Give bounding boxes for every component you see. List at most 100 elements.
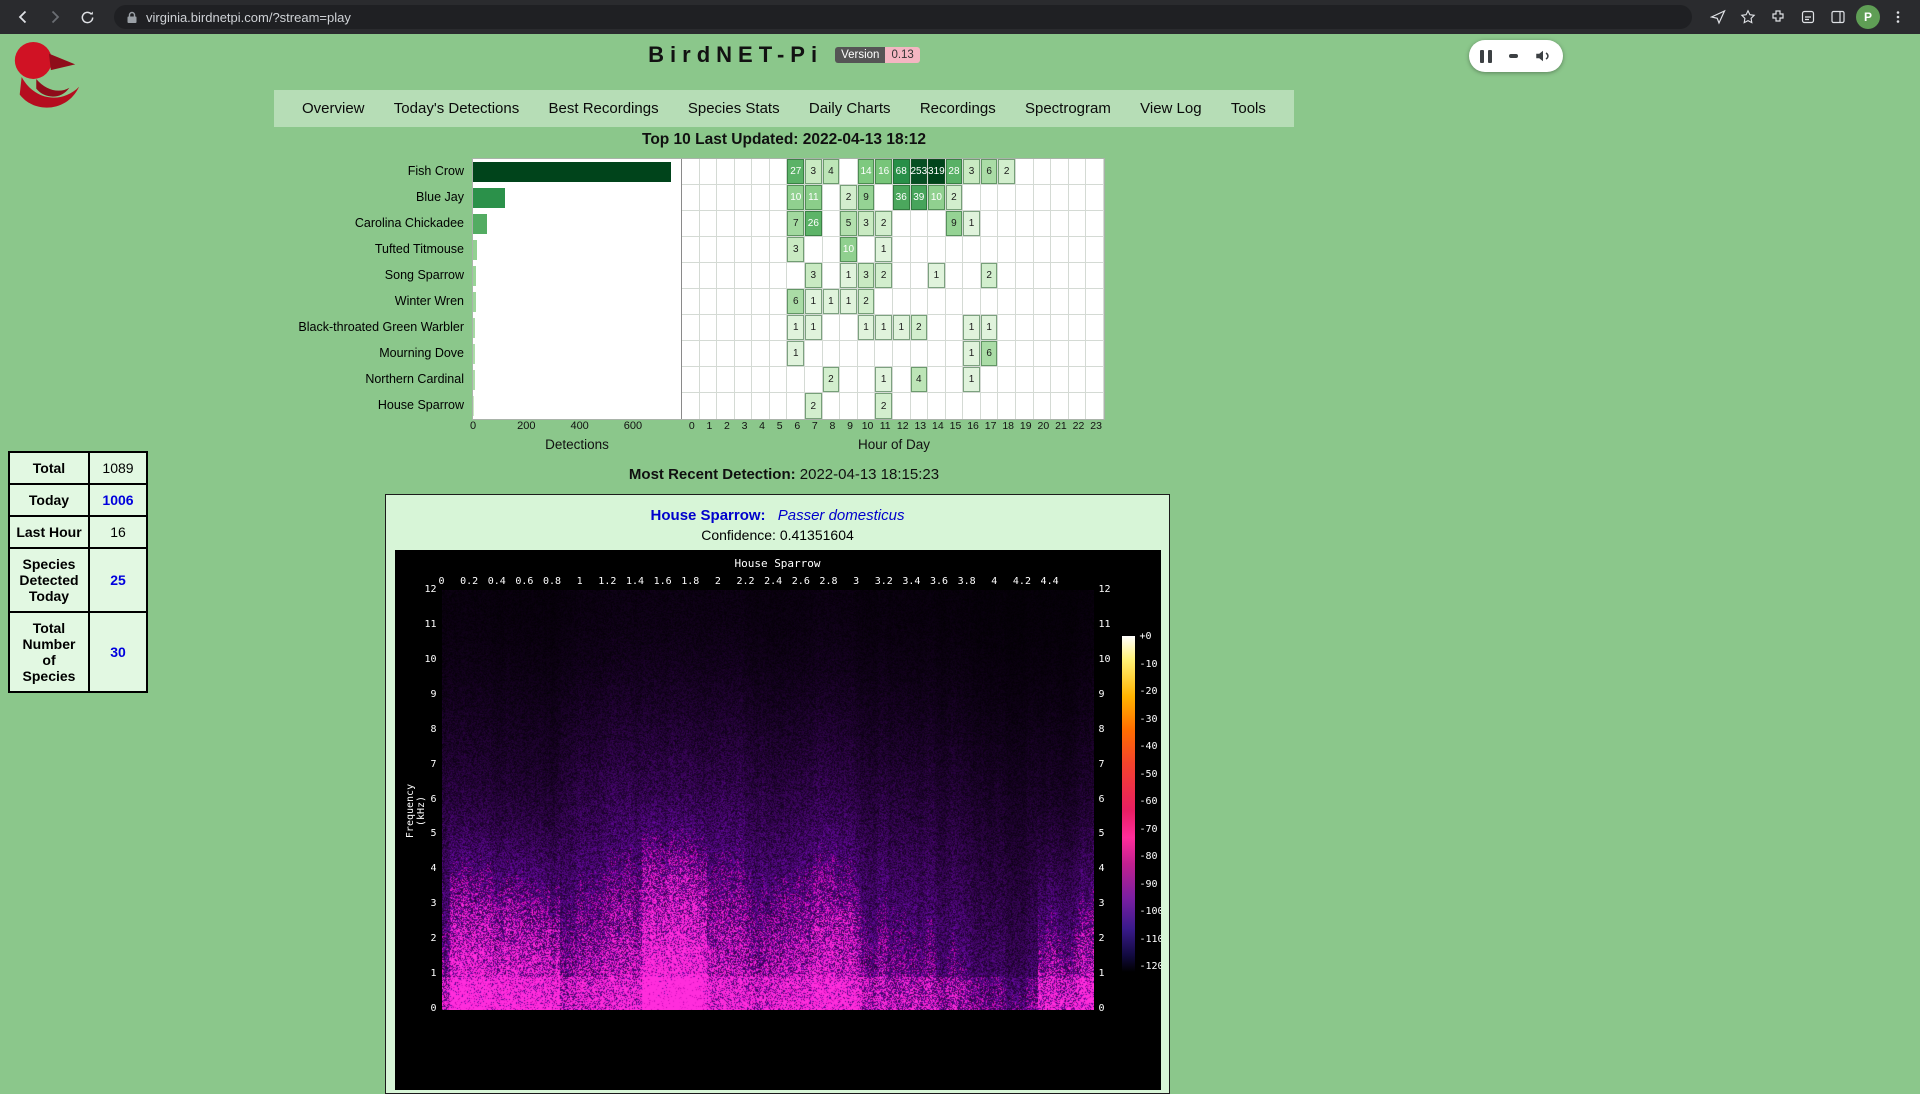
species-common-link[interactable]: House Sparrow:	[651, 507, 766, 524]
heatmap-cell	[787, 393, 805, 419]
heatmap-cell	[981, 185, 999, 211]
heatmap-cell	[752, 341, 770, 367]
side-panel-button[interactable]	[1826, 5, 1850, 29]
stats-row: Total1089	[9, 452, 147, 484]
chart-plot-area: 2734141668253319283621011293639102726532…	[472, 158, 1105, 420]
heatmap-cell: 39	[911, 185, 929, 211]
heatmap-cell	[840, 341, 858, 367]
chart-species-labels: Fish CrowBlue JayCarolina ChickadeeTufte…	[276, 158, 472, 420]
heatmap-cell	[963, 185, 981, 211]
heatmap-cell	[735, 185, 753, 211]
colorbar-tick: -10	[1140, 659, 1158, 670]
nav-item-today-s-detections[interactable]: Today's Detections	[394, 100, 519, 117]
spectrogram-y-tick: 8	[395, 724, 437, 735]
heatmap-cell: 3	[805, 263, 823, 289]
forward-button[interactable]	[42, 4, 68, 30]
spectrogram-y-tick: 10	[395, 654, 437, 665]
spectrogram-y-tick-right: 5	[1099, 828, 1105, 839]
hour-axis-label: Hour of Day	[858, 437, 930, 452]
nav-item-view-log[interactable]: View Log	[1140, 100, 1201, 117]
heatmap-cell: 6	[787, 289, 805, 315]
hour-tick: 8	[824, 420, 842, 432]
spectrogram-x-tick: 3.6	[930, 576, 948, 587]
version-value: 0.13	[885, 47, 919, 63]
heatmap-cell	[981, 367, 999, 393]
heatmap-cell	[717, 367, 735, 393]
pause-button[interactable]	[1480, 50, 1492, 63]
hour-tick: 7	[806, 420, 824, 432]
heatmap-cell: 16	[875, 159, 893, 185]
heatmap-row: 72653291	[682, 211, 1104, 237]
send-button[interactable]	[1706, 5, 1730, 29]
heatmap-cell: 10	[787, 185, 805, 211]
nav-item-recordings[interactable]: Recordings	[920, 100, 996, 117]
heatmap-cell	[1034, 159, 1052, 185]
heatmap-cell	[1034, 263, 1052, 289]
profile-avatar[interactable]: P	[1856, 5, 1880, 29]
hour-tick: 10	[859, 420, 877, 432]
bookmark-button[interactable]	[1736, 5, 1760, 29]
heatmap-cell	[875, 185, 893, 211]
chart-row: 2141	[473, 367, 1104, 393]
colorbar-tick: -110	[1140, 934, 1161, 945]
spectrogram-y-tick-right: 2	[1099, 933, 1105, 944]
most-recent-value: 2022-04-13 18:15:23	[800, 466, 939, 483]
colorbar-tick: -30	[1140, 714, 1158, 725]
extensions-button[interactable]	[1766, 5, 1790, 29]
hour-tick: 6	[788, 420, 806, 432]
heatmap-cell: 9	[858, 185, 876, 211]
spectrogram-x-tick: 2.8	[819, 576, 837, 587]
species-latin-link[interactable]: Passer domesticus	[778, 507, 905, 524]
heatmap-cell: 1	[840, 289, 858, 315]
hour-ticks: 01234567891011121314151617181920212223	[683, 420, 1105, 432]
heatmap-cell	[858, 341, 876, 367]
heatmap-cell	[981, 211, 999, 237]
back-button[interactable]	[10, 4, 36, 30]
heatmap-cell	[981, 237, 999, 263]
spectrogram-y-tick: 6	[395, 794, 437, 805]
spectrogram-canvas	[442, 590, 1094, 1010]
species-label: Winter Wren	[276, 288, 472, 314]
nav-item-tools[interactable]: Tools	[1231, 100, 1266, 117]
spectrogram-y-tick: 11	[395, 619, 437, 630]
nav-item-daily-charts[interactable]: Daily Charts	[809, 100, 891, 117]
heatmap-cell	[770, 289, 788, 315]
heatmap-cell	[1069, 289, 1087, 315]
stats-row: Last Hour16	[9, 516, 147, 548]
stat-value[interactable]: 30	[89, 612, 147, 692]
extension-item-button[interactable]	[1796, 5, 1820, 29]
stat-value[interactable]: 25	[89, 548, 147, 612]
volume-slider-handle[interactable]	[1509, 54, 1518, 58]
stat-value[interactable]: 1006	[89, 484, 147, 516]
detections-bar-cell	[473, 315, 682, 341]
reload-button[interactable]	[74, 4, 100, 30]
hour-tick: 21	[1052, 420, 1070, 432]
speaker-icon[interactable]	[1534, 47, 1552, 65]
heatmap-cell	[946, 367, 964, 393]
heatmap-cell: 28	[946, 159, 964, 185]
heatmap-cell: 5	[840, 211, 858, 237]
chart-axis-labels: Detections Hour of Day	[473, 437, 1113, 455]
heatmap-cell	[823, 263, 841, 289]
nav-item-best-recordings[interactable]: Best Recordings	[549, 100, 659, 117]
address-bar[interactable]: virginia.birdnetpi.com/?stream=play	[114, 5, 1692, 29]
heatmap-cell	[770, 185, 788, 211]
menu-button[interactable]	[1886, 5, 1910, 29]
nav-item-overview[interactable]: Overview	[302, 100, 365, 117]
heatmap-cell	[735, 367, 753, 393]
heatmap-cell	[1051, 341, 1069, 367]
heatmap-cell: 3	[787, 237, 805, 263]
heatmap-cell	[823, 237, 841, 263]
nav-item-spectrogram[interactable]: Spectrogram	[1025, 100, 1111, 117]
heatmap-cell	[700, 341, 718, 367]
species-label: Tufted Titmouse	[276, 236, 472, 262]
heatmap-row: 1011293639102	[682, 185, 1104, 211]
spectrogram-x-tick: 3.4	[902, 576, 920, 587]
heatmap-cell	[840, 159, 858, 185]
nav-item-species-stats[interactable]: Species Stats	[688, 100, 780, 117]
most-recent-detection: Most Recent Detection: 2022-04-13 18:15:…	[274, 466, 1294, 483]
spectrogram-x-tick: 1.4	[626, 576, 644, 587]
hour-tick: 22	[1070, 420, 1088, 432]
heatmap-cell	[963, 263, 981, 289]
top10-heading: Top 10 Last Updated: 2022-04-13 18:12	[274, 131, 1294, 149]
